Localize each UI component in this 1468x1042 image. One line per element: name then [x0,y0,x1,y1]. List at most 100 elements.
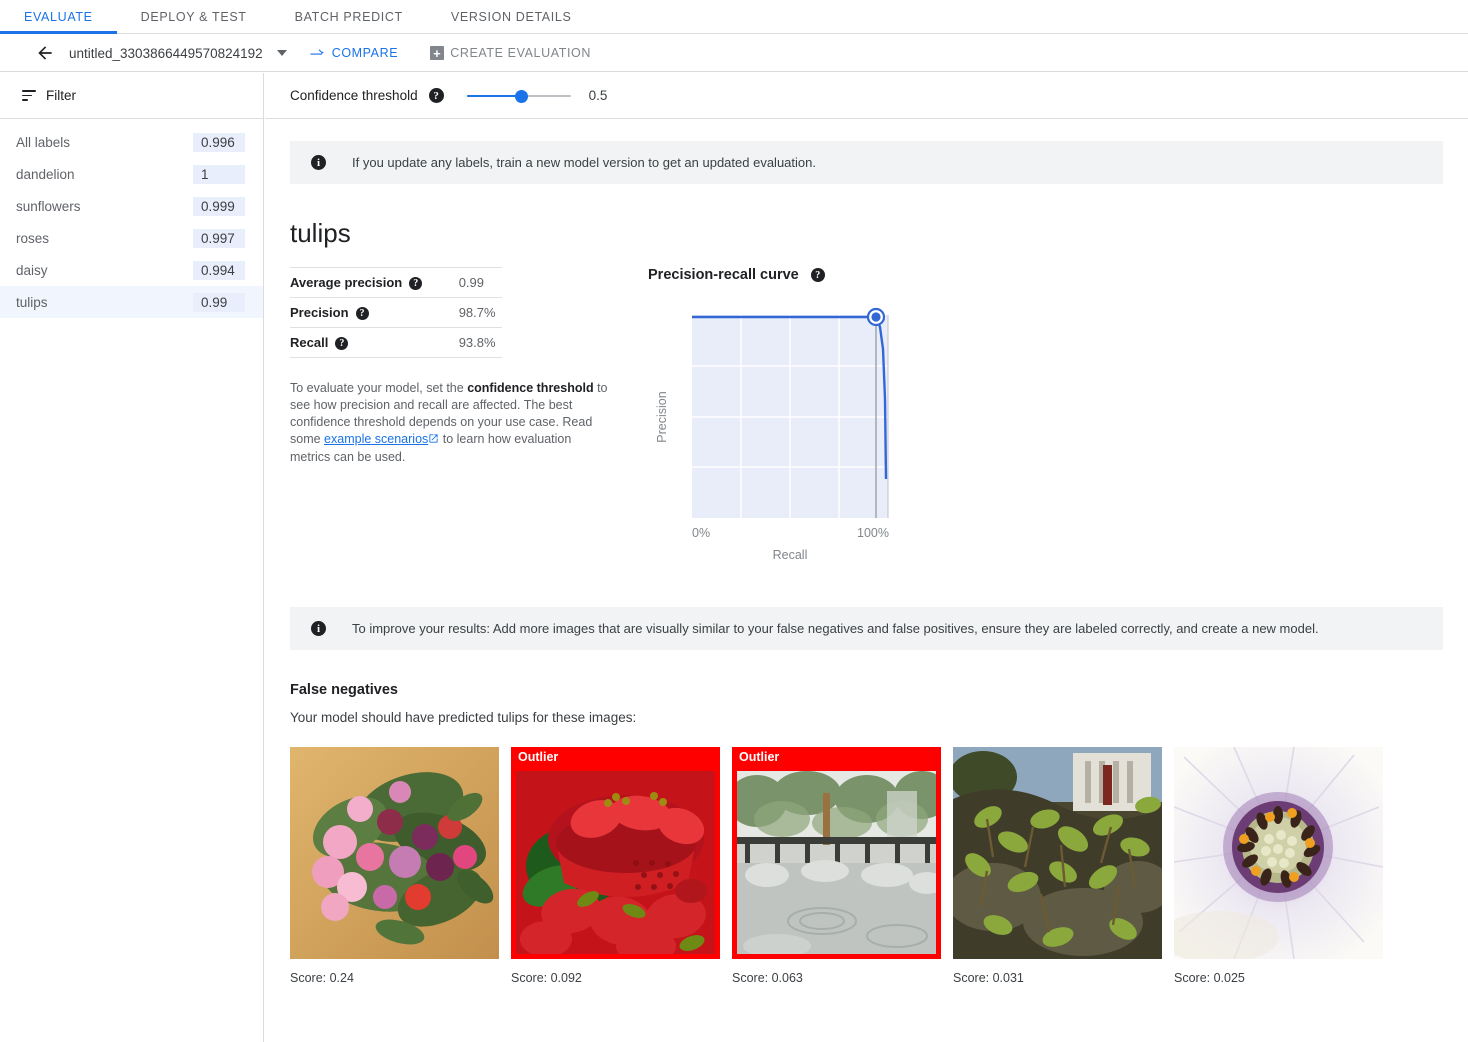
info-banner-retrain-text: If you update any labels, train a new mo… [352,155,816,170]
filter-icon [22,90,36,101]
sidebar-item-dandelion[interactable]: dandelion 1 [0,158,263,190]
x-tick-100: 100% [857,526,889,540]
primary-tab-bar: EVALUATE DEPLOY & TEST BATCH PREDICT VER… [0,0,1468,34]
compare-button[interactable]: COMPARE [309,45,398,62]
description-bold-term: confidence threshold [467,381,594,396]
tab-batch-predict[interactable]: BATCH PREDICT [271,0,427,34]
label-name: All labels [16,134,71,150]
label-name: daisy [16,262,48,278]
false-negative-score: Score: 0.24 [290,971,354,985]
example-scenarios-link[interactable]: example scenarios [324,432,428,446]
filter-label: Filter [46,88,76,103]
label-score: 0.994 [193,260,245,280]
precision-recall-chart: Precision-recall curve ? Precision 0% 10… [640,267,970,567]
info-banner-retrain: i If you update any labels, train a new … [290,141,1443,184]
metric-name: Average precision [290,275,403,290]
model-name: untitled_3303866449570824192 [69,45,263,61]
sidebar-item-sunflowers[interactable]: sunflowers 0.999 [0,190,263,222]
sidebar-item-daisy[interactable]: daisy 0.994 [0,254,263,286]
tab-deploy-and-test-label: DEPLOY & TEST [140,10,247,24]
list-item: Score: 0.24 [290,747,499,985]
sidebar-item-roses[interactable]: roses 0.997 [0,222,263,254]
list-item: Score: 0.025 [1174,747,1383,985]
label-score: 0.996 [193,132,245,152]
main-panel: Confidence threshold ? 0.5 i If you upda… [265,73,1468,1042]
labels-sidebar: Filter All labels 0.996 dandelion 1 sunf… [0,73,264,1042]
help-icon[interactable]: ? [335,337,349,351]
help-icon[interactable]: ? [428,88,444,103]
tab-evaluate-label: EVALUATE [24,10,93,24]
false-negative-thumbnail[interactable] [953,747,1162,959]
metrics-table: Average precision? 0.99 Precision? 98.7%… [290,266,502,359]
metrics-column: Average precision? 0.99 Precision? 98.7%… [290,266,608,567]
tab-version-details[interactable]: VERSION DETAILS [427,0,596,34]
x-axis-label: Recall [773,548,808,562]
description-part-1: To evaluate your model, set the [290,381,468,396]
confidence-threshold-value: 0.5 [588,88,608,103]
chart-column: Precision-recall curve ? Precision 0% 10… [640,267,970,567]
thumbnail-image [737,771,936,954]
label-score: 1 [193,164,245,184]
info-banner-improve-text: To improve your results: Add more images… [352,621,1319,636]
list-item: Score: 0.031 [953,747,1162,985]
outlier-badge: Outlier [739,750,780,764]
false-negative-thumbnail[interactable]: Outlier [511,747,720,959]
list-item: Outlier [511,747,720,985]
label-name: tulips [16,294,48,310]
false-negative-thumbnail[interactable] [1174,747,1383,959]
tab-deploy-and-test[interactable]: DEPLOY & TEST [117,0,271,34]
tab-evaluate[interactable]: EVALUATE [0,0,117,34]
metric-name-cell: Average precision? [290,266,437,299]
metric-value: 93.8% [436,327,502,359]
create-evaluation-label: CREATE EVALUATION [450,46,591,60]
y-axis-label: Precision [655,391,669,442]
table-row: Precision? 98.7% [290,297,502,329]
table-row: Recall? 93.8% [290,327,502,359]
confidence-threshold-label: Confidence threshold [290,88,418,103]
chart-svg: Precision 0% 100% Recall [655,307,889,562]
info-icon: i [311,155,326,170]
model-toolbar: untitled_3303866449570824192 COMPARE + C… [0,35,1468,72]
threshold-description: To evaluate your model, set the confiden… [290,380,610,465]
metric-name-cell: Precision? [290,297,437,329]
table-row: Average precision? 0.99 [290,266,502,299]
sidebar-item-tulips[interactable]: tulips 0.99 [0,286,263,318]
false-negative-thumbnail[interactable] [290,747,499,959]
help-icon[interactable]: ? [355,307,369,321]
sidebar-item-all-labels[interactable]: All labels 0.996 [0,126,263,158]
tab-version-details-label: VERSION DETAILS [450,10,572,24]
label-score: 0.99 [193,292,245,312]
thumbnail-image [953,747,1162,959]
label-name: dandelion [16,166,75,182]
create-evaluation-button[interactable]: + CREATE EVALUATION [430,46,591,60]
help-icon[interactable]: ? [810,268,825,282]
thumbnail-image [1174,747,1383,959]
false-negative-score: Score: 0.092 [511,971,582,985]
metric-value: 98.7% [436,297,502,329]
back-arrow-icon[interactable] [25,43,65,63]
chart-title-row: Precision-recall curve ? [648,267,970,283]
false-negatives-heading: False negatives [290,682,398,698]
false-negatives-grid: Score: 0.24 Outlier Score: 0.092 Outlier… [290,747,1468,985]
info-icon: i [311,621,326,636]
metric-name: Precision [290,305,349,321]
false-negative-score: Score: 0.063 [732,971,803,985]
chevron-down-icon[interactable] [276,50,287,56]
chart-title: Precision-recall curve [648,267,799,283]
compare-label: COMPARE [331,46,399,60]
slider-thumb[interactable] [514,89,528,103]
compare-arrow-icon [310,48,324,55]
strawberries-art [516,771,715,954]
metric-value: 0.99 [436,266,502,299]
false-negative-score: Score: 0.031 [953,971,1024,985]
confidence-threshold-slider[interactable] [466,88,571,104]
false-negative-thumbnail[interactable]: Outlier [732,747,941,959]
daisy-art [1174,747,1383,959]
metric-name-cell: Recall? [290,327,437,359]
filter-button[interactable]: Filter [0,73,263,119]
leaves-art [953,747,1162,959]
confidence-threshold-row: Confidence threshold ? 0.5 [265,73,1468,119]
metrics-and-chart: Average precision? 0.99 Precision? 98.7%… [265,266,1468,567]
help-icon[interactable]: ? [409,277,423,291]
thumbnail-image [516,771,715,954]
